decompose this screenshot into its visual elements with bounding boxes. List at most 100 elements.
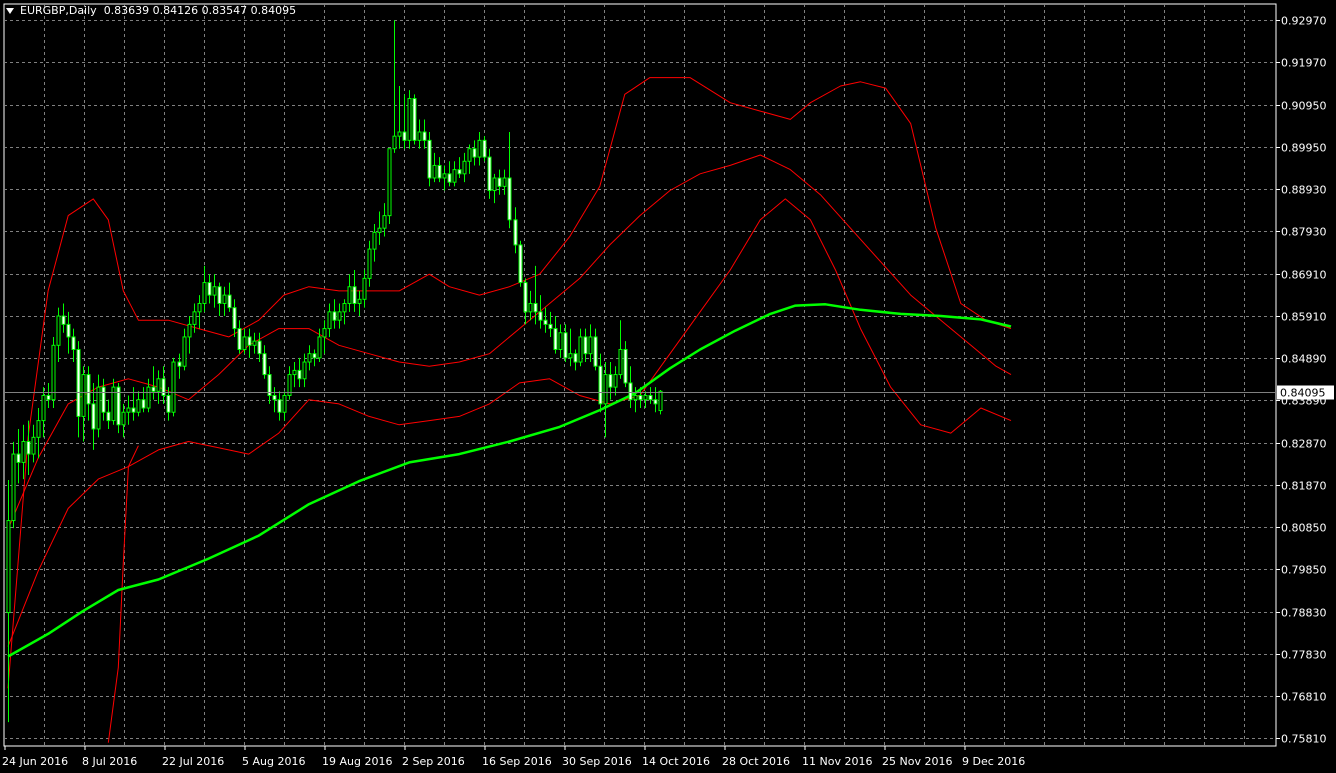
candle-body xyxy=(528,302,533,313)
candle-body xyxy=(367,248,372,279)
x-tick-label: 25 Nov 2016 xyxy=(882,755,952,768)
candle-body xyxy=(182,336,187,367)
candle-body xyxy=(187,323,192,338)
candle-body xyxy=(126,407,131,413)
y-tick-label: 0.88930 xyxy=(1281,184,1327,197)
candle-body xyxy=(317,336,322,359)
x-tick-label: 16 Sep 2016 xyxy=(482,755,552,768)
candle-body xyxy=(407,98,412,141)
candle-body xyxy=(523,282,528,313)
symbol-label: EURGBP,Daily xyxy=(20,4,97,17)
candle-body xyxy=(658,390,663,412)
candle-body xyxy=(177,361,182,367)
candle-body xyxy=(507,177,512,221)
candle-body xyxy=(41,394,46,422)
candle-body xyxy=(242,336,247,350)
x-tick-label: 5 Aug 2016 xyxy=(242,755,305,768)
candle-body xyxy=(558,332,563,350)
candle-body xyxy=(297,369,302,380)
candle-body xyxy=(237,328,242,350)
candle-body xyxy=(337,311,342,321)
candle-body xyxy=(26,441,31,455)
candle-body xyxy=(372,231,377,250)
candle-body xyxy=(482,139,487,158)
candle-body xyxy=(568,353,573,359)
candle-body xyxy=(262,353,267,376)
x-tick-label: 11 Nov 2016 xyxy=(802,755,872,768)
candle-body xyxy=(171,361,176,413)
candle-body xyxy=(16,453,21,463)
candle-body xyxy=(96,386,101,430)
x-tick-label: 8 Jul 2016 xyxy=(82,755,137,768)
y-tick-label: 0.91970 xyxy=(1281,57,1327,70)
candle-body xyxy=(202,282,207,304)
candle-body xyxy=(197,302,202,313)
candle-body xyxy=(467,148,472,162)
candle-body xyxy=(6,520,11,614)
candle-body xyxy=(623,348,628,384)
candle-body xyxy=(543,319,548,325)
candle-body xyxy=(518,244,523,284)
chart-frame xyxy=(3,3,1277,747)
candle-body xyxy=(427,139,432,179)
candle-body xyxy=(402,131,407,141)
candle-body xyxy=(66,323,71,338)
candle-body xyxy=(437,164,442,179)
x-tick-label: 22 Jul 2016 xyxy=(162,755,224,768)
candle-body xyxy=(31,436,36,455)
candle-body xyxy=(452,169,457,183)
candle-body xyxy=(76,348,81,417)
y-tick-label: 0.79850 xyxy=(1281,564,1327,577)
candle-body xyxy=(603,374,608,405)
y-tick-label: 0.81870 xyxy=(1281,480,1327,493)
candle-body xyxy=(397,131,402,137)
y-tick-label: 0.92970 xyxy=(1281,15,1327,28)
candle-body xyxy=(272,394,277,401)
x-tick-label: 24 Jun 2016 xyxy=(2,755,68,768)
x-tick-label: 28 Oct 2016 xyxy=(722,755,790,768)
candle-body xyxy=(247,336,252,346)
candle-body xyxy=(141,399,146,409)
candle-body xyxy=(578,336,583,363)
candle-body xyxy=(638,394,643,401)
candle-body xyxy=(593,336,598,367)
y-tick-label: 0.84890 xyxy=(1281,353,1327,366)
candle-body xyxy=(222,294,227,304)
candle-body xyxy=(121,411,126,426)
chart-window[interactable]: 0.92970 0.91970 0.90950 0.89950 0.88930 0.879… xyxy=(0,0,1336,773)
candle-body xyxy=(292,369,297,376)
candle-body xyxy=(342,302,347,313)
candle-body xyxy=(192,311,197,325)
candle-body xyxy=(51,344,56,401)
candle-body xyxy=(312,353,317,359)
dropdown-triangle-icon[interactable] xyxy=(6,8,14,14)
candle-body xyxy=(156,378,161,392)
x-tick-label: 2 Sep 2016 xyxy=(402,755,465,768)
candle-body xyxy=(502,177,507,187)
candle-body xyxy=(136,399,141,413)
y-tick-label: 0.76810 xyxy=(1281,691,1327,704)
candle-body xyxy=(252,340,257,346)
price-chart[interactable]: 0.92970 0.91970 0.90950 0.89950 0.88930 0.879… xyxy=(0,0,1336,773)
candle-body xyxy=(633,394,638,401)
candle-body xyxy=(492,177,497,192)
candle-body xyxy=(46,394,51,401)
candle-body xyxy=(553,328,558,350)
candle-body xyxy=(302,361,307,380)
x-tick-label: 9 Dec 2016 xyxy=(962,755,1025,768)
candle-body xyxy=(628,382,633,401)
candle-body xyxy=(217,286,222,304)
candle-body xyxy=(472,148,477,158)
y-tick-label: 0.78830 xyxy=(1281,607,1327,620)
candle-body xyxy=(377,227,382,233)
y-tick-label: 0.90950 xyxy=(1281,100,1327,113)
candle-body xyxy=(166,394,171,413)
candle-body xyxy=(533,302,538,313)
candle-body xyxy=(513,219,518,246)
moving-average-line xyxy=(7,303,1012,658)
candle-body xyxy=(497,177,502,187)
y-tick-label: 0.87930 xyxy=(1281,226,1327,239)
candle-body xyxy=(447,173,452,183)
candle-body xyxy=(71,336,76,350)
candle-body xyxy=(653,399,658,405)
